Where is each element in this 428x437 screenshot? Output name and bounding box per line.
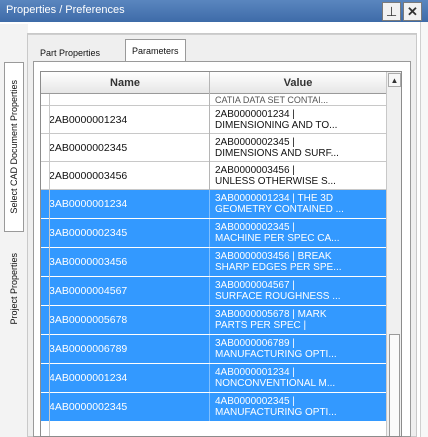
value-line: 4AB0000001234 | [215, 367, 295, 378]
scroll-thumb[interactable] [389, 334, 400, 436]
value-cell: 4AB0000001234 | NONCONVENTIONAL M... [211, 364, 386, 392]
table-row[interactable]: 2AB0000002345 2AB0000002345 | DIMENSIONS A… [41, 134, 386, 162]
pin-icon: ⊥ [385, 3, 398, 19]
name-cell: 4AB0000002345 [41, 393, 210, 421]
value-line: UNLESS OTHERWISE S... [215, 176, 336, 187]
tab-part-properties[interactable]: Part Properties [34, 44, 106, 62]
table-row-partial[interactable]: CATIA DATA SET CONTAI... [41, 94, 386, 106]
side-tab-label: Select CAD Document Properties [9, 80, 19, 214]
name-cell: 4AB0000001234 [41, 364, 210, 392]
tab-label: Parameters [132, 45, 179, 56]
row-indent-line [49, 94, 50, 436]
value-line: PARTS PER SPEC | [215, 320, 307, 331]
table-body: CATIA DATA SET CONTAI... 2AB0000001234 2A… [41, 94, 386, 422]
value-cell: CATIA DATA SET CONTAI... [215, 95, 329, 105]
value-cell: 3AB0000005678 | MARK PARTS PER SPEC | [211, 306, 386, 334]
value-line: SHARP EDGES PER SPE... [215, 262, 342, 273]
tab-parameters[interactable]: Parameters [125, 39, 186, 61]
close-icon: ✕ [407, 3, 418, 19]
value-cell: 3AB0000004567 | SURFACE ROUGHNESS ... [211, 277, 386, 305]
value-cell: 3AB0000002345 | MACHINE PER SPEC CA... [211, 219, 386, 247]
value-line: 3AB0000004567 | [215, 280, 295, 291]
value-line: 3AB0000005678 | MARK [215, 309, 327, 320]
name-cell: 3AB0000001234 [41, 190, 210, 218]
value-line: MACHINE PER SPEC CA... [215, 233, 340, 244]
value-line: GEOMETRY CONTAINED ... [215, 204, 344, 215]
divider [28, 34, 416, 35]
value-line: DIMENSIONING AND TO... [215, 120, 338, 131]
value-line: 3AB0000003456 | BREAK [215, 251, 332, 262]
value-line: MANUFACTURING OPTI... [215, 407, 337, 418]
close-button[interactable]: ✕ [403, 2, 422, 21]
column-header-name[interactable]: Name [41, 72, 210, 94]
value-line: 2AB0000003456 | [215, 165, 295, 176]
table-row[interactable]: 3AB0000006789 3AB0000006789 | MANUFACTURIN… [41, 335, 386, 364]
value-cell: 2AB0000001234 | DIMENSIONING AND TO... [211, 106, 386, 134]
value-line: 3AB0000006789 | [215, 338, 295, 349]
side-tab-label: Project Properties [9, 253, 19, 325]
value-line: 4AB0000002345 | [215, 396, 295, 407]
name-cell: 3AB0000005678 [41, 306, 210, 334]
value-cell: 3AB0000006789 | MANUFACTURING OPTI... [211, 335, 386, 363]
value-line: 2AB0000001234 | [215, 109, 295, 120]
table-row[interactable]: 3AB0000003456 3AB0000003456 | BREAK SHARP … [41, 248, 386, 277]
value-line: 3AB0000001234 | THE 3D [215, 193, 334, 204]
table-row[interactable]: 2AB0000001234 2AB0000001234 | DIMENSIONING… [41, 106, 386, 134]
value-cell: 2AB0000002345 | DIMENSIONS AND SURF... [211, 134, 386, 162]
value-line: DIMENSIONS AND SURF... [215, 148, 339, 159]
value-cell: 3AB0000003456 | BREAK SHARP EDGES PER SPE… [211, 248, 386, 276]
window-titlebar: Properties / Preferences ⊥ ✕ [0, 0, 428, 22]
name-cell: 2AB0000001234 [41, 106, 210, 134]
value-line: 3AB0000002345 | [215, 222, 295, 233]
table-row[interactable]: 3AB0000005678 3AB0000005678 | MARK PARTS P… [41, 306, 386, 335]
window-title: Properties / Preferences [6, 4, 125, 16]
parameters-table: Name Value CATIA DATA SET CONTAI... 2AB0… [40, 71, 402, 437]
value-cell: 2AB0000003456 | UNLESS OTHERWISE S... [211, 162, 386, 190]
value-line: NONCONVENTIONAL M... [215, 378, 336, 389]
scroll-up-icon[interactable]: ▲ [388, 73, 401, 87]
table-row[interactable]: 4AB0000001234 4AB0000001234 | NONCONVENTIO… [41, 364, 386, 393]
value-cell: 4AB0000002345 | MANUFACTURING OPTI... [211, 393, 386, 421]
name-cell: 3AB0000004567 [41, 277, 210, 305]
side-tab-strip: Select CAD Document Properties Project P… [0, 24, 28, 437]
name-cell: 3AB0000006789 [41, 335, 210, 363]
value-line: SURFACE ROUGHNESS ... [215, 291, 341, 302]
side-tab-cad-document-properties[interactable]: Select CAD Document Properties [4, 62, 24, 232]
table-row[interactable]: 3AB0000002345 3AB0000002345 | MACHINE PER … [41, 219, 386, 248]
column-header-value[interactable]: Value [210, 72, 386, 94]
value-cell: 3AB0000001234 | THE 3D GEOMETRY CONTAINED… [211, 190, 386, 218]
name-cell: 3AB0000003456 [41, 248, 210, 276]
table-row[interactable]: 2AB0000003456 2AB0000003456 | UNLESS OTHER… [41, 162, 386, 190]
name-cell: 3AB0000002345 [41, 219, 210, 247]
table-row[interactable]: 3AB0000004567 3AB0000004567 | SURFACE ROUG… [41, 277, 386, 306]
window-right-edge [420, 22, 428, 437]
name-cell: 2AB0000002345 [41, 134, 210, 162]
table-row[interactable]: 4AB0000002345 4AB0000002345 | MANUFACTURIN… [41, 393, 386, 422]
table-header: Name Value [41, 72, 386, 94]
table-row[interactable]: 3AB0000001234 3AB0000001234 | THE 3D GEOME… [41, 190, 386, 219]
vertical-scrollbar[interactable]: ▲ [386, 72, 401, 436]
side-tab-project-properties[interactable]: Project Properties [4, 239, 24, 339]
name-cell: 2AB0000003456 [41, 162, 210, 190]
value-line: MANUFACTURING OPTI... [215, 349, 337, 360]
value-line: 2AB0000002345 | [215, 137, 295, 148]
tab-label: Part Properties [40, 48, 101, 58]
pin-button[interactable]: ⊥ [382, 2, 401, 21]
name-cell [41, 94, 210, 106]
